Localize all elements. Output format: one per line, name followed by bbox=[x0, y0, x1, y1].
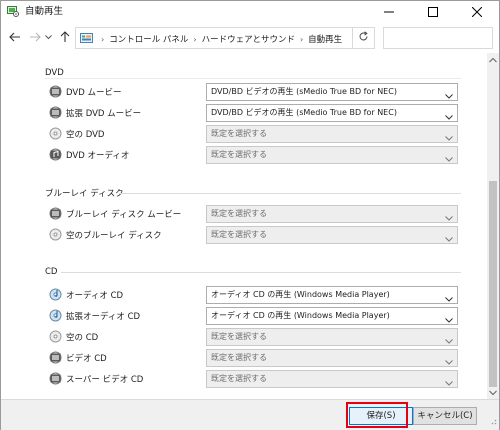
blank-disc-icon bbox=[49, 228, 62, 241]
dvd-movie-action-select[interactable]: DVD/BD ビデオの再生 (sMedio True BD for NEC) bbox=[206, 83, 458, 101]
navigation-bar: › コントロール パネル › ハードウェアとサウンド › 自動再生 bbox=[1, 23, 499, 53]
video-cd-icon bbox=[49, 372, 62, 385]
section-cd-header: CD bbox=[45, 267, 58, 277]
maximize-button[interactable] bbox=[411, 1, 455, 23]
control-panel-icon bbox=[80, 32, 93, 44]
autoplay-window: 自動再生 › コントロール パネル › ハードウェアとサウンド › 自動再生 D… bbox=[0, 0, 500, 430]
audio-cd-action-select[interactable]: オーディオ CD の再生 (Windows Media Player) bbox=[206, 286, 458, 304]
chevron-down-icon bbox=[445, 232, 453, 243]
dvd-movie-icon bbox=[49, 85, 62, 98]
up-button[interactable] bbox=[57, 30, 73, 46]
divider bbox=[61, 272, 461, 273]
scroll-up-icon[interactable] bbox=[489, 56, 497, 64]
breadcrumb-item-autoplay[interactable]: 自動再生 bbox=[308, 33, 342, 45]
bluray-movie-icon bbox=[49, 207, 62, 220]
dialog-footer: 保存(S) キャンセル(C) bbox=[1, 399, 499, 430]
arrow-right-icon bbox=[29, 32, 41, 45]
window-title: 自動再生 bbox=[25, 6, 64, 17]
enhanced-audio-cd-action-select[interactable]: オーディオ CD の再生 (Windows Media Player) bbox=[206, 307, 458, 325]
chevron-down-icon bbox=[445, 376, 453, 387]
chevron-down-icon bbox=[445, 152, 453, 163]
chevron-down-icon bbox=[445, 313, 453, 324]
title-bar[interactable]: 自動再生 bbox=[1, 1, 499, 23]
minimize-icon bbox=[384, 7, 394, 17]
blank-disc-icon bbox=[49, 330, 62, 343]
chevron-down-icon bbox=[445, 110, 453, 121]
video-cd-icon bbox=[49, 351, 62, 364]
autoplay-icon bbox=[7, 6, 19, 17]
search-input[interactable] bbox=[383, 27, 493, 49]
list-item-enhanced-audio-cd: 拡張オーディオ CD オーディオ CD の再生 (Windows Media P… bbox=[49, 307, 461, 325]
resize-grip-icon[interactable] bbox=[489, 417, 497, 428]
list-item-enhanced-dvd-movie: 拡張 DVD ムービー DVD/BD ビデオの再生 (sMedio True B… bbox=[49, 104, 461, 122]
audio-cd-icon bbox=[49, 288, 62, 301]
breadcrumb-item-hardware-sound[interactable]: ハードウェアとサウンド bbox=[202, 33, 295, 45]
chevron-down-icon bbox=[445, 211, 453, 222]
dvd-audio-action-select[interactable]: 既定を選択する bbox=[206, 146, 458, 164]
list-item-dvd-movie: DVD ムービー DVD/BD ビデオの再生 (sMedio True BD f… bbox=[49, 83, 461, 101]
chevron-down-icon bbox=[445, 355, 453, 366]
list-item-blank-bluray: 空のブルーレイ ディスク 既定を選択する bbox=[49, 226, 461, 244]
list-item-audio-cd: オーディオ CD オーディオ CD の再生 (Windows Media Pla… bbox=[49, 286, 461, 304]
audio-cd-icon bbox=[49, 309, 62, 322]
scroll-down-icon[interactable] bbox=[489, 389, 497, 397]
blank-disc-icon bbox=[49, 127, 62, 140]
chevron-right-icon: › bbox=[101, 34, 105, 44]
blank-cd-action-select[interactable]: 既定を選択する bbox=[206, 328, 458, 346]
chevron-right-icon: › bbox=[299, 34, 304, 44]
blank-dvd-action-select[interactable]: 既定を選択する bbox=[206, 125, 458, 143]
list-item-bluray-movie: ブルーレイ ディスク ムービー 既定を選択する bbox=[49, 205, 461, 223]
vertical-scrollbar[interactable] bbox=[487, 53, 499, 399]
minimize-button[interactable] bbox=[367, 1, 411, 23]
breadcrumb-item-control-panel[interactable]: コントロール パネル bbox=[109, 33, 188, 45]
refresh-button[interactable] bbox=[353, 27, 375, 49]
address-bar[interactable]: › コントロール パネル › ハードウェアとサウンド › 自動再生 bbox=[75, 27, 419, 49]
back-button[interactable] bbox=[7, 30, 23, 46]
chevron-down-icon bbox=[445, 89, 453, 100]
save-button-highlight bbox=[346, 402, 408, 428]
arrow-left-icon bbox=[9, 32, 21, 45]
list-item-blank-cd: 空の CD 既定を選択する bbox=[49, 328, 461, 346]
list-item-super-video-cd: スーパー ビデオ CD 既定を選択する bbox=[49, 370, 461, 388]
list-item-video-cd: ビデオ CD 既定を選択する bbox=[49, 349, 461, 367]
dvd-movie-icon bbox=[49, 106, 62, 119]
dvd-audio-icon bbox=[49, 148, 62, 161]
close-button[interactable] bbox=[455, 1, 499, 23]
chevron-right-icon: › bbox=[193, 34, 197, 44]
blank-bluray-action-select[interactable]: 既定を選択する bbox=[206, 226, 458, 244]
divider bbox=[45, 78, 461, 79]
breadcrumb: › コントロール パネル › ハードウェアとサウンド › 自動再生 bbox=[96, 32, 342, 46]
chevron-down-icon bbox=[445, 292, 453, 303]
section-bluray-header: ブルーレイ ディスク bbox=[45, 189, 124, 199]
recent-locations-button[interactable] bbox=[43, 30, 53, 46]
maximize-icon bbox=[428, 7, 438, 17]
cancel-button[interactable]: キャンセル(C) bbox=[413, 407, 477, 425]
chevron-down-icon bbox=[44, 33, 52, 43]
enhanced-dvd-movie-action-select[interactable]: DVD/BD ビデオの再生 (sMedio True BD for NEC) bbox=[206, 104, 458, 122]
video-cd-action-select[interactable]: 既定を選択する bbox=[206, 349, 458, 367]
super-video-cd-action-select[interactable]: 既定を選択する bbox=[206, 370, 458, 388]
chevron-down-icon bbox=[445, 334, 453, 345]
divider bbox=[119, 193, 461, 194]
scrollbar-thumb[interactable] bbox=[489, 181, 497, 387]
close-icon bbox=[472, 7, 482, 17]
settings-content: DVD DVD ムービー DVD/BD ビデオの再生 (sMedio True … bbox=[1, 53, 487, 399]
refresh-icon bbox=[358, 31, 369, 45]
bluray-movie-action-select[interactable]: 既定を選択する bbox=[206, 205, 458, 223]
arrow-up-icon bbox=[60, 30, 70, 46]
forward-button[interactable] bbox=[27, 30, 43, 46]
list-item-blank-dvd: 空の DVD 既定を選択する bbox=[49, 125, 461, 143]
list-item-dvd-audio: DVD オーディオ 既定を選択する bbox=[49, 146, 461, 164]
chevron-down-icon bbox=[445, 131, 453, 142]
